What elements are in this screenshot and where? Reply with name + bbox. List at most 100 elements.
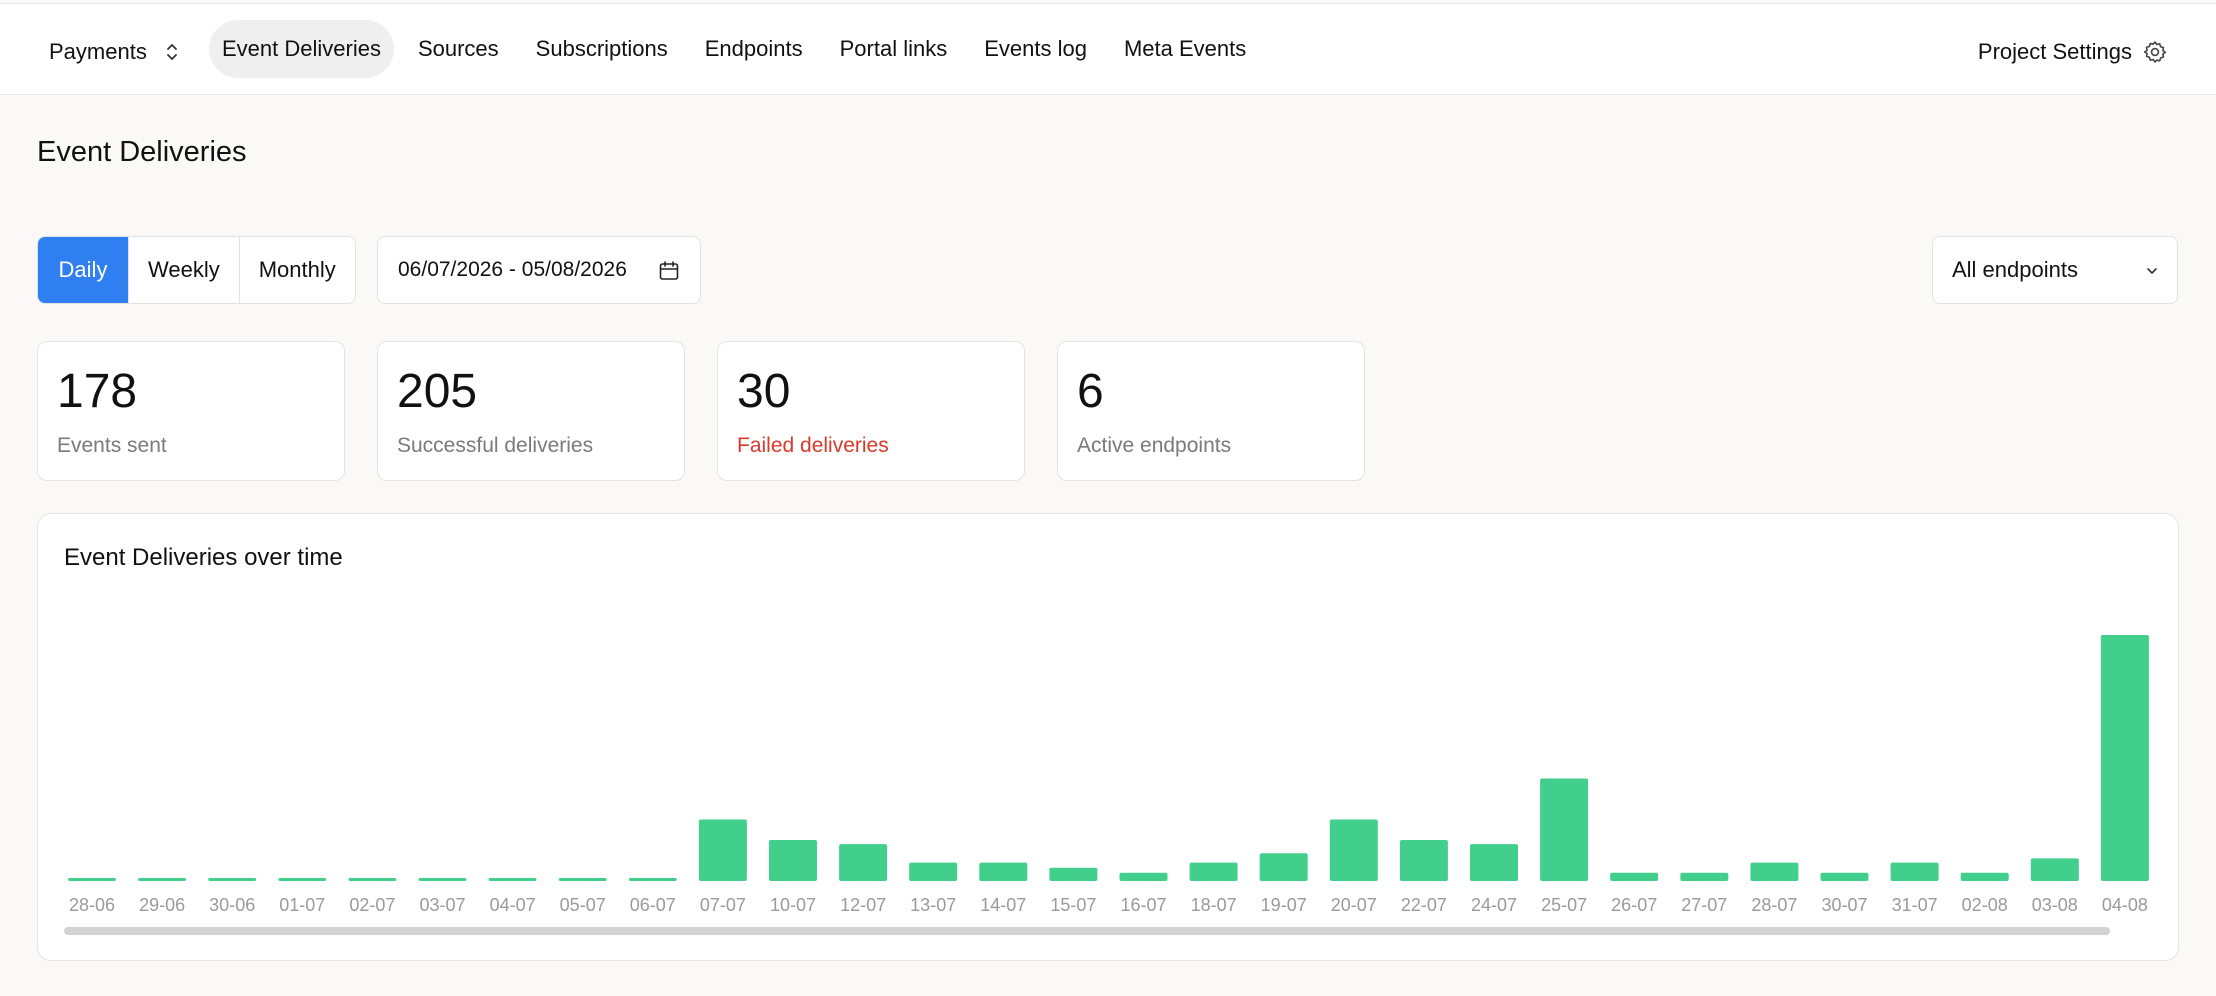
nav-tab-sources[interactable]: Sources	[405, 20, 512, 78]
chart-bar-28-06[interactable]	[68, 878, 116, 881]
chart-bar-06-07[interactable]	[628, 878, 677, 881]
nav-tab-portal-links[interactable]: Portal links	[827, 20, 961, 78]
project-switcher[interactable]: Payments	[49, 32, 179, 72]
x-tick-label: 05-07	[560, 895, 606, 915]
nav-tab-event-deliveries[interactable]: Event Deliveries	[209, 20, 394, 78]
chart-bar-04-08[interactable]	[2100, 635, 2149, 881]
stat-label: Active endpoints	[1077, 434, 1232, 457]
chart-bar-31-07[interactable]	[1890, 862, 1939, 881]
x-tick-label: 28-06	[69, 895, 115, 915]
chart-bar-04-07[interactable]	[488, 878, 537, 881]
endpoint-filter-select[interactable]: All endpoints	[1932, 236, 2178, 304]
chart-bar-29-06[interactable]	[138, 878, 187, 881]
x-tick-label: 27-07	[1681, 895, 1727, 915]
chart-bar-10-07[interactable]	[769, 840, 817, 881]
chart-bar-03-08[interactable]	[2030, 858, 2079, 881]
project-settings-label: Project Settings	[1977, 39, 2132, 64]
chart-bar-14-07[interactable]	[979, 862, 1028, 881]
nav-tab-events-log[interactable]: Events log	[971, 20, 1100, 78]
chart-bar-05-07[interactable]	[558, 878, 607, 881]
x-tick-label: 03-07	[419, 895, 465, 915]
x-tick-label: 24-07	[1471, 895, 1517, 915]
x-tick-label: 16-07	[1120, 895, 1166, 915]
chart-bar-26-07[interactable]	[1610, 872, 1659, 881]
stat-card-active-endpoints: 6 Active endpoints	[1057, 341, 1365, 481]
x-tick-label: 12-07	[840, 895, 886, 915]
project-name: Payments	[49, 39, 147, 64]
stat-value: 6	[1077, 365, 1104, 418]
chart-bar-30-07[interactable]	[1820, 872, 1869, 881]
x-tick-label: 13-07	[910, 895, 956, 915]
chart-bar-15-07[interactable]	[1049, 867, 1098, 881]
date-range-value: 06/07/2026 - 05/08/2026	[398, 258, 627, 281]
x-tick-label: 02-08	[1962, 895, 2008, 915]
chart-bar-28-07[interactable]	[1750, 862, 1799, 881]
chart-bar-27-07[interactable]	[1680, 872, 1729, 881]
chart-bar-02-07[interactable]	[348, 878, 397, 881]
x-tick-label: 29-06	[139, 895, 185, 915]
x-tick-label: 28-07	[1751, 895, 1797, 915]
stat-label: Failed deliveries	[737, 434, 889, 457]
top-navigation-bar: Payments Event Deliveries Sources Subscr…	[0, 3, 2216, 95]
x-tick-label: 14-07	[980, 895, 1026, 915]
stat-card-events-sent: 178 Events sent	[37, 341, 345, 481]
project-settings-link[interactable]: Project Settings	[1978, 32, 2168, 72]
chart-bar-24-07[interactable]	[1470, 844, 1518, 881]
stat-card-successful-deliveries: 205 Successful deliveries	[377, 341, 685, 481]
stat-value: 30	[737, 365, 791, 418]
x-tick-label: 03-08	[2032, 895, 2078, 915]
chevron-up-down-icon	[166, 44, 177, 60]
main-nav: Event Deliveries Sources Subscriptions E…	[209, 20, 1270, 78]
stat-value: 205	[397, 365, 478, 418]
x-tick-label: 15-07	[1050, 895, 1096, 915]
chart-bar-16-07[interactable]	[1119, 872, 1168, 881]
calendar-icon	[659, 261, 679, 280]
x-tick-label: 19-07	[1261, 895, 1307, 915]
chart-bar-20-07[interactable]	[1329, 819, 1378, 882]
event-deliveries-bar-chart: 28-06 29-06 30-06 01-07 02-07 03-07 04-07 05-07…	[68, 635, 2149, 915]
endpoint-filter-value: All endpoints	[1952, 257, 2078, 282]
x-tick-label: 04-08	[2102, 895, 2148, 915]
stat-value: 178	[57, 365, 138, 418]
x-tick-label: 26-07	[1611, 895, 1657, 915]
chart-bar-25-07[interactable]	[1540, 778, 1589, 882]
chart-bar-12-07[interactable]	[839, 844, 888, 881]
x-tick-label: 30-07	[1821, 895, 1867, 915]
period-daily-button[interactable]: Daily	[38, 237, 128, 303]
x-tick-label: 30-06	[209, 895, 255, 915]
chart-bar-22-07[interactable]	[1399, 840, 1448, 881]
gear-icon	[2143, 41, 2167, 63]
stat-label: Events sent	[57, 434, 167, 457]
nav-tab-meta-events[interactable]: Meta Events	[1111, 20, 1259, 78]
x-tick-label: 07-07	[700, 895, 746, 915]
stat-card-failed-deliveries: 30 Failed deliveries	[717, 341, 1025, 481]
chart-bar-01-07[interactable]	[278, 878, 327, 881]
page-title: Event Deliveries	[37, 136, 247, 168]
chart-bar-19-07[interactable]	[1259, 853, 1308, 881]
x-tick-label: 20-07	[1331, 895, 1377, 915]
x-tick-label: 01-07	[279, 895, 325, 915]
chart-bar-02-08[interactable]	[1960, 872, 2009, 881]
chart-bar-07-07[interactable]	[698, 819, 747, 882]
chart-bar-13-07[interactable]	[909, 862, 958, 881]
x-tick-label: 22-07	[1401, 895, 1447, 915]
x-tick-label: 31-07	[1892, 895, 1938, 915]
period-monthly-button[interactable]: Monthly	[238, 237, 355, 303]
x-tick-label: 10-07	[770, 895, 816, 915]
chevron-down-icon	[2147, 268, 2157, 274]
date-range-picker[interactable]: 06/07/2026 - 05/08/2026	[377, 236, 701, 304]
event-deliveries-chart-card: Event Deliveries over time 28-06 29-06 30-…	[37, 513, 2179, 961]
nav-tab-subscriptions[interactable]: Subscriptions	[523, 20, 681, 78]
x-tick-label: 25-07	[1541, 895, 1587, 915]
chart-bar-30-06[interactable]	[208, 878, 257, 881]
nav-tab-endpoints[interactable]: Endpoints	[692, 20, 816, 78]
period-toggle-group: Daily Weekly Monthly	[37, 236, 356, 304]
chart-bar-18-07[interactable]	[1189, 862, 1238, 881]
period-weekly-button[interactable]: Weekly	[128, 237, 239, 303]
x-tick-label: 18-07	[1191, 895, 1237, 915]
chart-horizontal-scrollbar[interactable]	[64, 927, 2110, 935]
stat-label: Successful deliveries	[397, 434, 594, 457]
x-tick-label: 06-07	[630, 895, 676, 915]
x-tick-label: 02-07	[349, 895, 395, 915]
chart-bar-03-07[interactable]	[418, 878, 467, 881]
